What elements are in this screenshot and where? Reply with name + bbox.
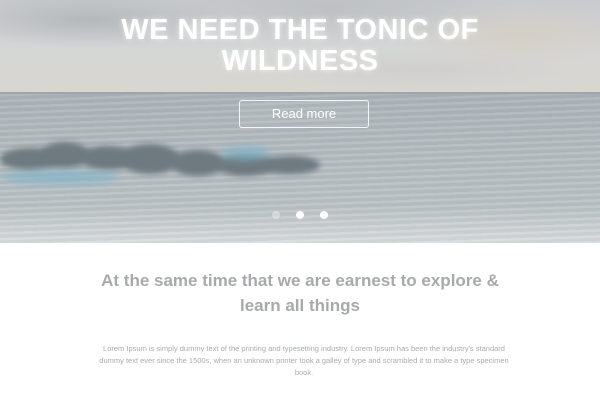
subheading-line-2: learn all things xyxy=(240,296,360,315)
carousel-dot-1[interactable] xyxy=(271,210,280,219)
intro-section: At the same time that we are earnest to … xyxy=(0,243,600,400)
rocks-image xyxy=(0,140,330,200)
section-subheading: At the same time that we are earnest to … xyxy=(100,268,500,318)
hero-title: WE NEED THE TONIC OF WILDNESS xyxy=(0,15,600,77)
body-line-3: book. xyxy=(294,368,314,377)
carousel-dot-3[interactable] xyxy=(320,210,329,219)
hero-title-line-2: WILDNESS xyxy=(221,45,379,77)
hero-banner: WE NEED THE TONIC OF WILDNESS Read more xyxy=(0,0,600,243)
subheading-line-1: At the same time that we are earnest to … xyxy=(101,271,499,290)
section-body-text: Lorem Ipsum is simply dummy text of the … xyxy=(44,343,564,379)
read-more-button[interactable]: Read more xyxy=(239,100,369,128)
carousel-indicators xyxy=(0,206,600,224)
carousel-dot-2[interactable] xyxy=(296,210,304,219)
hero-title-line-1: WE NEED THE TONIC OF xyxy=(121,14,479,46)
body-line-2: dummy text ever since the 1500s, when an… xyxy=(99,356,509,365)
body-line-1: Lorem Ipsum is simply dummy text of the … xyxy=(103,344,505,353)
